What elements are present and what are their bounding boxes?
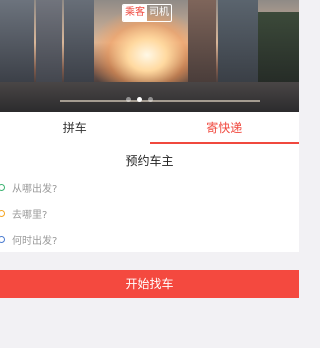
carousel-dot[interactable] <box>126 97 131 102</box>
building <box>36 0 62 82</box>
carousel-dot[interactable] <box>148 97 153 102</box>
booking-form: 预约车主 从哪出发? 去哪里? 何时出发? <box>0 144 299 252</box>
destination-dot-icon <box>0 209 5 217</box>
building <box>64 0 94 82</box>
service-tabs: 拼车 寄快递 <box>0 112 299 144</box>
driver-mode-button[interactable]: 司机 <box>147 5 171 21</box>
role-toggle[interactable]: 乘客 司机 <box>122 4 172 22</box>
passenger-mode-button[interactable]: 乘客 <box>123 5 147 21</box>
origin-placeholder: 从哪出发? <box>12 183 58 195</box>
form-title: 预约车主 <box>125 154 174 168</box>
destination-placeholder: 去哪里? <box>12 209 48 221</box>
destination-field[interactable]: 去哪里? <box>0 200 299 226</box>
road-light-streak <box>60 100 260 102</box>
departure-time-field[interactable]: 何时出发? <box>0 226 299 252</box>
tab-express-delivery[interactable]: 寄快递 <box>149 112 300 144</box>
carousel-indicator <box>126 97 153 102</box>
carousel-dot-active[interactable] <box>137 97 142 102</box>
building <box>0 0 34 82</box>
start-search-button[interactable]: 开始找车 <box>0 270 299 298</box>
building <box>258 12 299 82</box>
origin-dot-icon <box>0 183 5 191</box>
hero-banner: 乘客 司机 <box>0 0 299 112</box>
time-dot-icon <box>0 235 5 243</box>
departure-time-placeholder: 何时出发? <box>12 235 58 247</box>
origin-field[interactable]: 从哪出发? <box>0 174 299 200</box>
building <box>188 0 216 82</box>
building <box>218 0 258 82</box>
tab-carpool[interactable]: 拼车 <box>0 112 150 144</box>
